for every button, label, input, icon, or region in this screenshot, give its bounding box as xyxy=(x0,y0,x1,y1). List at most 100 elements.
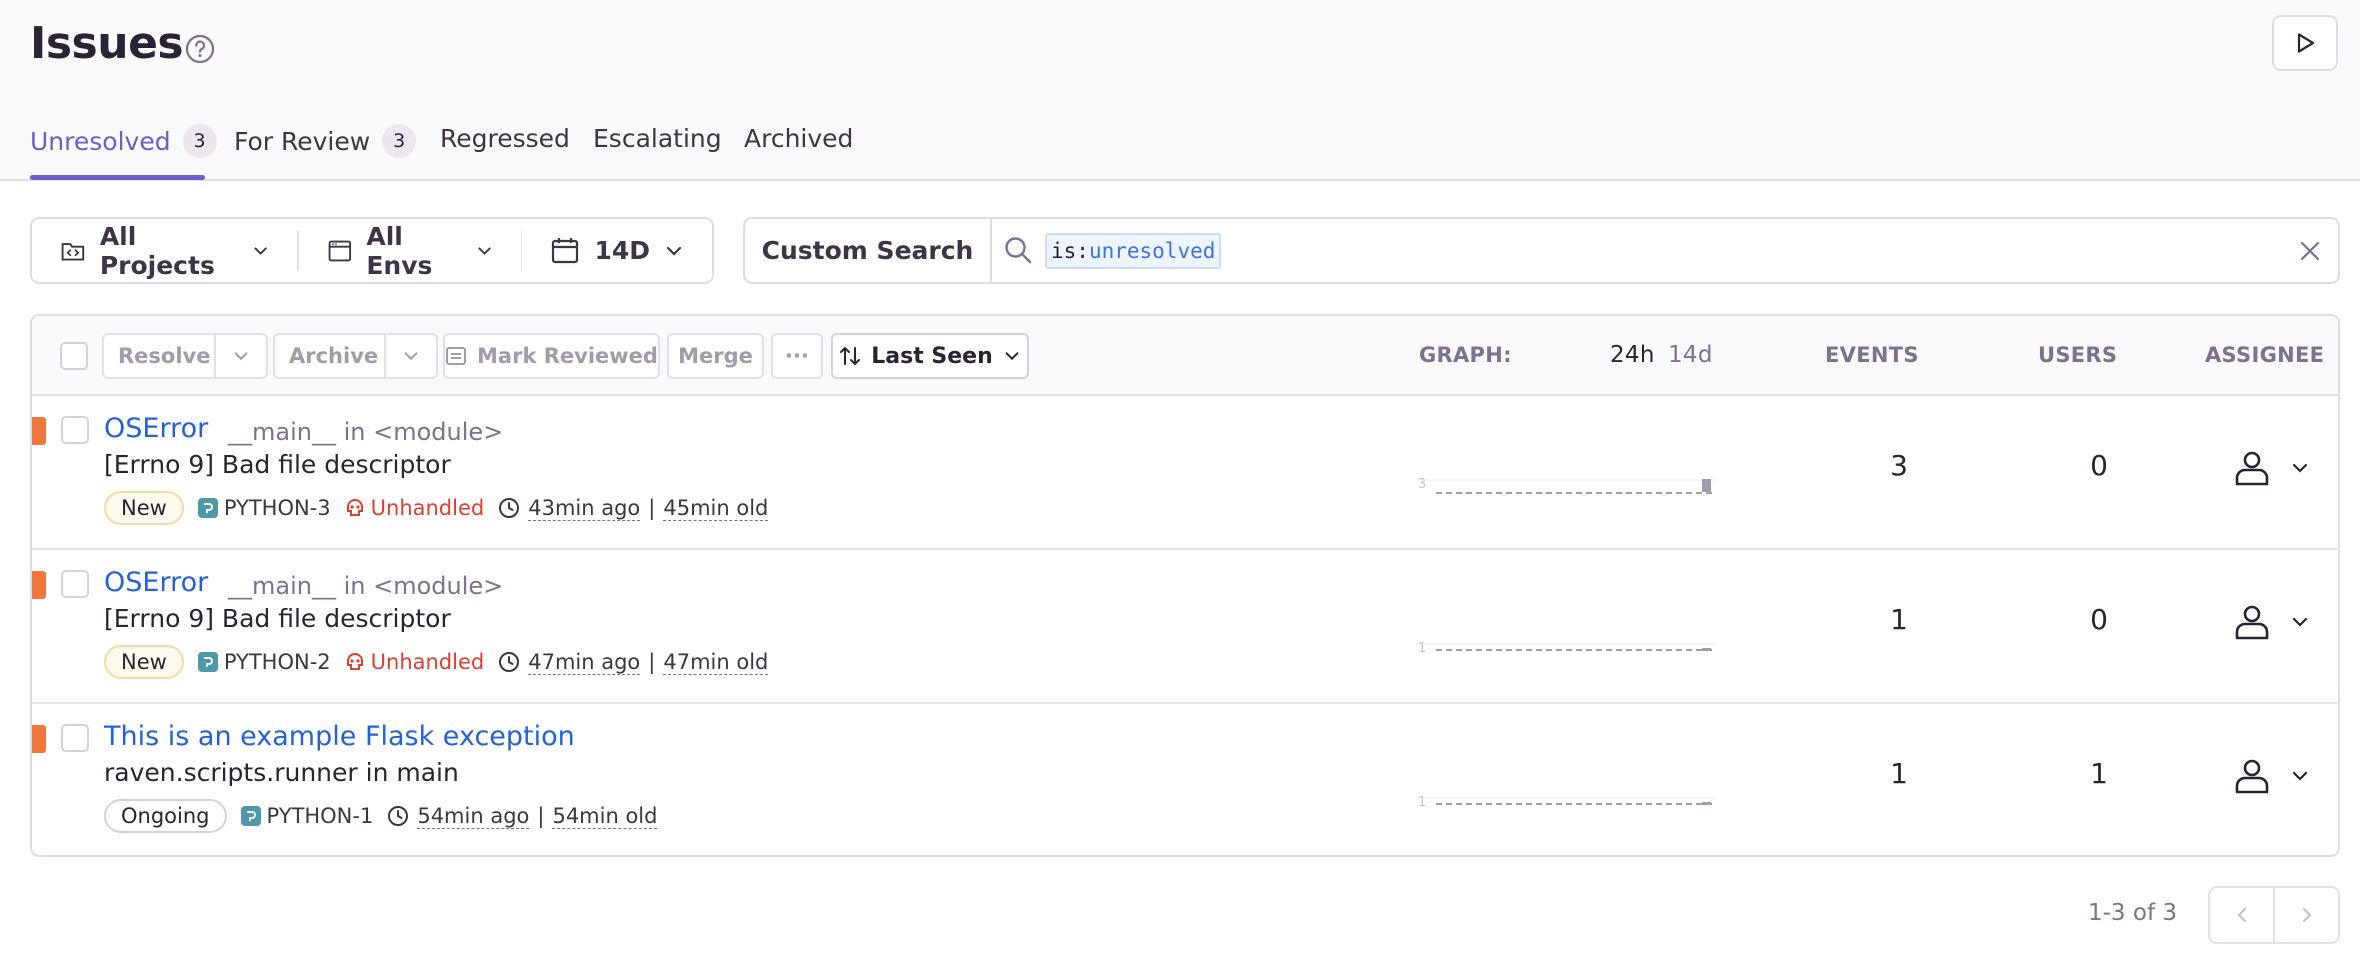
active-tab-indicator xyxy=(30,175,205,180)
more-actions-button[interactable]: ··· xyxy=(771,333,823,379)
project-name: PYTHON-2 xyxy=(223,650,331,674)
users-count[interactable]: 0 xyxy=(2059,449,2139,482)
separator: | xyxy=(648,650,656,674)
select-all-checkbox[interactable] xyxy=(60,342,88,370)
pagination xyxy=(2208,886,2340,944)
skull-icon xyxy=(346,652,363,670)
divider xyxy=(384,335,386,377)
time-info: 47min ago | 47min old xyxy=(498,650,769,675)
event-trend-graph: 3 xyxy=(1416,477,1716,494)
project-badge[interactable]: PYTHON-3 xyxy=(197,496,331,520)
project-filter[interactable]: All Projects xyxy=(32,219,297,282)
assignee-selector[interactable] xyxy=(2232,756,2310,796)
events-count[interactable]: 1 xyxy=(1859,603,1939,636)
clock-icon xyxy=(499,498,520,518)
separator: | xyxy=(648,496,656,520)
issue-culprit: __main__ in <module> xyxy=(228,418,504,446)
environment-filter[interactable]: All Envs xyxy=(299,219,521,282)
users-count[interactable]: 0 xyxy=(2059,603,2139,636)
tab-count-badge: 3 xyxy=(182,124,217,158)
unhandled-badge: Unhandled xyxy=(345,650,485,674)
issue-row[interactable]: This is an example Flask exception raven… xyxy=(32,704,2338,855)
users-count[interactable]: 1 xyxy=(2059,757,2139,790)
events-count[interactable]: 3 xyxy=(1859,449,1939,482)
users-column-header: USERS xyxy=(2038,343,2118,367)
pagination-caption: 1-3 of 3 xyxy=(2088,900,2177,926)
tab-archived[interactable]: Archived xyxy=(744,124,853,153)
project-badge[interactable]: PYTHON-2 xyxy=(197,650,331,674)
chevron-down-icon[interactable] xyxy=(232,347,250,365)
issue-message: raven.scripts.runner in main xyxy=(104,758,459,787)
graph-bar xyxy=(1702,479,1711,492)
next-page-button[interactable] xyxy=(2275,888,2338,942)
calendar-icon xyxy=(552,237,579,263)
issue-title-link[interactable]: OSError xyxy=(104,413,208,444)
tab-label: Archived xyxy=(744,124,854,153)
first-seen-age[interactable]: 54min old xyxy=(552,804,658,829)
chevron-down-icon[interactable] xyxy=(402,347,420,365)
tab-unresolved[interactable]: Unresolved 3 xyxy=(30,124,217,158)
tab-escalating[interactable]: Escalating xyxy=(593,124,722,153)
merge-button[interactable]: Merge xyxy=(667,333,764,379)
tab-for-review[interactable]: For Review 3 xyxy=(234,124,417,158)
resolve-button[interactable]: Resolve xyxy=(102,333,268,379)
issue-row[interactable]: OSError __main__ in <module> [Errno 9] B… xyxy=(32,396,2338,550)
play-tour-button[interactable] xyxy=(2272,15,2338,71)
first-seen-age[interactable]: 45min old xyxy=(663,496,769,521)
sort-icon xyxy=(840,347,861,365)
issue-meta: Ongoing PYTHON-1 54min ago | 54min old xyxy=(104,799,658,833)
help-icon[interactable] xyxy=(184,33,216,65)
date-filter[interactable]: 14D xyxy=(522,219,712,282)
issue-message: [Errno 9] Bad file descriptor xyxy=(104,604,451,633)
first-seen-age[interactable]: 47min old xyxy=(663,650,769,675)
more-actions-label: ··· xyxy=(785,344,809,368)
tab-regressed[interactable]: Regressed xyxy=(440,124,570,153)
search-bar: Custom Search is:unresolved xyxy=(743,217,2340,284)
status-badge: Ongoing xyxy=(104,799,227,833)
status-badge: New xyxy=(104,491,184,525)
assignee-selector[interactable] xyxy=(2232,602,2310,642)
issue-title-link[interactable]: OSError xyxy=(104,567,208,598)
time-info: 43min ago | 45min old xyxy=(498,496,769,521)
events-count[interactable]: 1 xyxy=(1859,757,1939,790)
last-seen[interactable]: 47min ago xyxy=(528,650,641,675)
unhandled-badge: Unhandled xyxy=(345,496,484,520)
project-badge[interactable]: PYTHON-1 xyxy=(240,804,373,828)
chevron-down-icon xyxy=(1005,352,1019,361)
play-icon xyxy=(2297,33,2315,53)
search-icon xyxy=(1005,237,1032,264)
tab-count-badge: 3 xyxy=(382,124,417,158)
tab-label: For Review xyxy=(234,126,371,156)
archive-button[interactable]: Archive xyxy=(273,333,438,379)
issue-checkbox[interactable] xyxy=(61,570,89,598)
last-seen[interactable]: 54min ago xyxy=(417,804,530,829)
search-input[interactable]: is:unresolved xyxy=(1045,233,1222,269)
graph-column-header: GRAPH: xyxy=(1419,343,1512,367)
graph-period-14d[interactable]: 14d xyxy=(1668,342,1713,368)
sort-button[interactable]: Last Seen xyxy=(831,333,1029,379)
page-title: Issues xyxy=(30,18,184,69)
assignee-selector[interactable] xyxy=(2232,448,2310,488)
close-icon[interactable] xyxy=(2297,238,2323,264)
python-icon xyxy=(197,652,218,672)
browser-window-icon xyxy=(328,240,351,261)
custom-search-button[interactable]: Custom Search xyxy=(745,219,992,282)
environment-filter-label: All Envs xyxy=(366,221,433,280)
chevron-left-icon xyxy=(2236,907,2246,923)
issue-checkbox[interactable] xyxy=(61,416,89,444)
mark-reviewed-button[interactable]: Mark Reviewed xyxy=(443,333,660,379)
graph-bar xyxy=(1702,802,1711,805)
issue-row[interactable]: OSError __main__ in <module> [Errno 9] B… xyxy=(32,550,2338,704)
python-icon xyxy=(240,806,261,826)
issue-culprit: __main__ in <module> xyxy=(228,572,504,600)
previous-page-button[interactable] xyxy=(2210,888,2275,942)
last-seen[interactable]: 43min ago xyxy=(528,496,641,521)
issue-list-header: Resolve Archive Mark Reviewed Merge ··· xyxy=(32,316,2338,396)
graph-max-label: 1 xyxy=(1418,641,1426,656)
events-column-header: EVENTS xyxy=(1825,343,1919,367)
archive-label: Archive xyxy=(289,344,379,368)
unhandled-label: Unhandled xyxy=(370,650,485,674)
graph-period-24h[interactable]: 24h xyxy=(1610,342,1655,368)
issue-title-link[interactable]: This is an example Flask exception xyxy=(104,721,575,752)
issue-checkbox[interactable] xyxy=(61,724,89,752)
